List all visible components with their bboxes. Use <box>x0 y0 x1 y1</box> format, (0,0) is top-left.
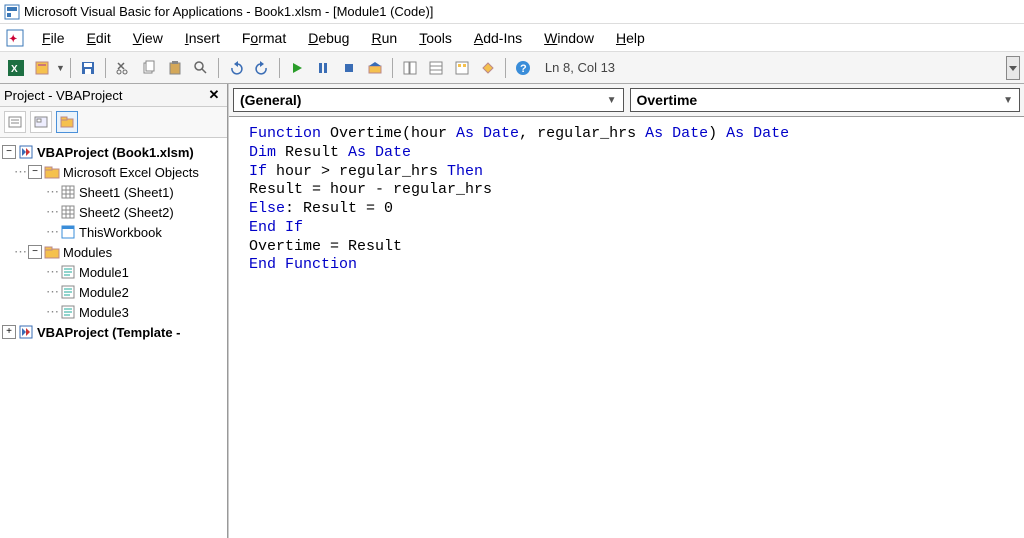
project-pane-titlebar: Project - VBAProject ✕ <box>0 84 227 107</box>
insert-module-icon[interactable] <box>30 56 54 80</box>
procedure-dropdown[interactable]: Overtime ▼ <box>630 88 1021 112</box>
save-icon[interactable] <box>76 56 100 80</box>
main-split: Project - VBAProject ✕ − VBAProject (Boo… <box>0 84 1024 538</box>
svg-text:X: X <box>11 64 18 75</box>
worksheet-icon <box>60 184 76 200</box>
folder-icon <box>44 164 60 180</box>
code-line: Overtime = Result <box>249 238 1004 257</box>
code-line: Else: Result = 0 <box>249 200 1004 219</box>
menu-file[interactable]: File <box>32 26 75 50</box>
code-editor[interactable]: Function Overtime(hour As Date, regular_… <box>229 117 1024 538</box>
toolbox-icon[interactable] <box>476 56 500 80</box>
paste-icon[interactable] <box>163 56 187 80</box>
tree-excel-objects[interactable]: ⋯ − Microsoft Excel Objects <box>2 162 225 182</box>
view-object-icon[interactable] <box>30 111 52 133</box>
tree-module3[interactable]: ⋯ Module3 <box>2 302 225 322</box>
code-line: Dim Result As Date <box>249 144 1004 163</box>
undo-icon[interactable] <box>224 56 248 80</box>
stop-icon[interactable] <box>337 56 361 80</box>
menu-tools[interactable]: Tools <box>409 26 462 50</box>
object-browser-icon[interactable] <box>450 56 474 80</box>
copy-icon[interactable] <box>137 56 161 80</box>
project-explorer-icon[interactable] <box>398 56 422 80</box>
module-icon <box>60 284 76 300</box>
project-pane-title: Project - VBAProject <box>4 88 123 103</box>
vba-app-icon <box>4 4 20 20</box>
menu-format[interactable]: Format <box>232 26 296 50</box>
menu-view[interactable]: View <box>123 26 173 50</box>
project-explorer-pane: Project - VBAProject ✕ − VBAProject (Boo… <box>0 84 228 538</box>
redo-icon[interactable] <box>250 56 274 80</box>
menu-window[interactable]: Window <box>534 26 604 50</box>
module-icon <box>60 304 76 320</box>
pause-icon[interactable] <box>311 56 335 80</box>
toggle-folders-icon[interactable] <box>56 111 78 133</box>
vb-logo-icon: ✦ <box>6 29 24 47</box>
toolbar: X ▼ ? Ln 8, Col 13 <box>0 52 1024 84</box>
close-icon[interactable]: ✕ <box>205 86 223 104</box>
find-icon[interactable] <box>189 56 213 80</box>
code-dropdown-bar: (General) ▼ Overtime ▼ <box>229 84 1024 117</box>
toolbar-separator <box>70 58 71 78</box>
tree-module2[interactable]: ⋯ Module2 <box>2 282 225 302</box>
svg-text:?: ? <box>520 63 527 75</box>
module-icon <box>60 264 76 280</box>
run-icon[interactable] <box>285 56 309 80</box>
svg-text:✦: ✦ <box>9 34 17 45</box>
cut-icon[interactable] <box>111 56 135 80</box>
tree-modules[interactable]: ⋯ − Modules <box>2 242 225 262</box>
code-line: If hour > regular_hrs Then <box>249 163 1004 182</box>
vbaproject-icon <box>18 324 34 340</box>
collapse-icon[interactable]: − <box>2 145 16 159</box>
cursor-position: Ln 8, Col 13 <box>545 60 615 75</box>
menubar: ✦ File Edit View Insert Format Debug Run… <box>0 24 1024 52</box>
window-title: Microsoft Visual Basic for Applications … <box>24 4 433 19</box>
menu-debug[interactable]: Debug <box>298 26 359 50</box>
menu-run[interactable]: Run <box>361 26 407 50</box>
code-window: (General) ▼ Overtime ▼ Function Overtime… <box>228 84 1024 538</box>
toolbar-separator <box>218 58 219 78</box>
project-pane-toolbar <box>0 107 227 138</box>
tree-module1[interactable]: ⋯ Module1 <box>2 262 225 282</box>
dropdown-arrow-icon[interactable]: ▼ <box>56 63 65 73</box>
collapse-icon[interactable]: − <box>28 245 42 259</box>
toolbar-overflow-icon[interactable] <box>1006 56 1020 80</box>
code-line: Function Overtime(hour As Date, regular_… <box>249 125 1004 144</box>
project-tree[interactable]: − VBAProject (Book1.xlsm) ⋯ − Microsoft … <box>0 138 227 538</box>
toolbar-separator <box>505 58 506 78</box>
chevron-down-icon: ▼ <box>1003 95 1013 106</box>
view-code-icon[interactable] <box>4 111 26 133</box>
excel-icon[interactable]: X <box>4 56 28 80</box>
tree-vbaproject-book1[interactable]: − VBAProject (Book1.xlsm) <box>2 142 225 162</box>
toolbar-separator <box>105 58 106 78</box>
menu-help[interactable]: Help <box>606 26 655 50</box>
menu-insert[interactable]: Insert <box>175 26 230 50</box>
folder-icon <box>44 244 60 260</box>
chevron-down-icon: ▼ <box>607 95 617 106</box>
toolbar-separator <box>279 58 280 78</box>
workbook-icon <box>60 224 76 240</box>
object-dropdown[interactable]: (General) ▼ <box>233 88 624 112</box>
menu-addins[interactable]: Add-Ins <box>464 26 532 50</box>
tree-thisworkbook[interactable]: ⋯ ThisWorkbook <box>2 222 225 242</box>
code-line: End If <box>249 219 1004 238</box>
window-titlebar: Microsoft Visual Basic for Applications … <box>0 0 1024 24</box>
vbaproject-icon <box>18 144 34 160</box>
expand-icon[interactable]: + <box>2 325 16 339</box>
worksheet-icon <box>60 204 76 220</box>
collapse-icon[interactable]: − <box>28 165 42 179</box>
tree-vbaproject-template[interactable]: + VBAProject (Template - <box>2 322 225 342</box>
menu-edit[interactable]: Edit <box>77 26 121 50</box>
properties-icon[interactable] <box>424 56 448 80</box>
toolbar-separator <box>392 58 393 78</box>
design-mode-icon[interactable] <box>363 56 387 80</box>
help-icon[interactable]: ? <box>511 56 535 80</box>
code-line: End Function <box>249 256 1004 275</box>
tree-sheet1[interactable]: ⋯ Sheet1 (Sheet1) <box>2 182 225 202</box>
tree-sheet2[interactable]: ⋯ Sheet2 (Sheet2) <box>2 202 225 222</box>
code-line: Result = hour - regular_hrs <box>249 181 1004 200</box>
